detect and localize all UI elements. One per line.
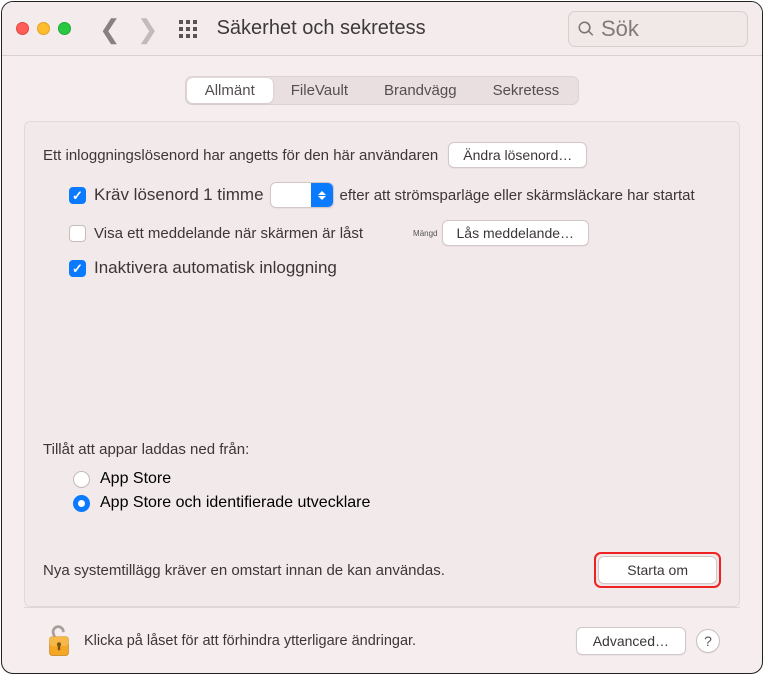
nav-forward-button[interactable]: ❯ [129,16,167,42]
password-set-label: Ett inloggningslösenord har angetts för … [43,147,438,164]
require-password-suffix: efter att strömsparläge eller skärmsläck… [340,187,695,204]
change-password-button[interactable]: Ändra lösenord… [448,142,587,168]
window-controls [16,22,71,35]
search-field[interactable]: Sök [568,11,748,47]
require-password-prefix: Kräv lösenord [94,185,199,205]
general-panel: Ett inloggningslösenord har angetts för … [24,121,740,607]
footer: Klicka på låset för att förhindra ytterl… [24,607,740,673]
require-password-dropdown[interactable] [270,182,334,208]
advanced-button[interactable]: Advanced… [576,627,686,655]
allow-apps-identified-radio[interactable] [73,495,90,512]
show-message-checkbox[interactable] [69,225,86,242]
show-all-prefs-button[interactable] [179,20,197,38]
restart-highlight: Starta om [594,552,721,588]
allow-apps-identified-row: App Store och identifierade utvecklare [73,494,721,512]
window: ❮ ❯ Säkerhet och sekretess Sök Allmänt F… [1,1,763,674]
search-placeholder: Sök [601,18,639,40]
password-set-row: Ett inloggningslösenord har angetts för … [43,142,721,168]
restart-notice-row: Nya systemtillägg kräver en omstart inna… [43,552,721,588]
window-title: Säkerhet och sekretess [217,17,426,40]
tab-general[interactable]: Allmänt [187,78,273,103]
grid-icon [179,20,197,38]
nav-back-button[interactable]: ❮ [91,16,129,42]
search-icon [577,20,595,38]
show-message-label: Visa ett meddelande när skärmen är låst [94,225,363,242]
lock-button[interactable] [44,623,74,659]
lock-open-icon [45,624,73,658]
allow-apps-identified-label: App Store och identifierade utvecklare [100,494,370,512]
disable-autologin-checkbox[interactable] [69,260,86,277]
allow-apps-appstore-label: App Store [100,470,171,488]
chevron-updown-icon [311,183,333,207]
show-message-row: Visa ett meddelande när skärmen är låst … [69,220,721,246]
lock-hint-text: Klicka på låset för att förhindra ytterl… [84,633,416,649]
tiny-label: Mängd [413,229,437,238]
require-password-interval: 1 timme [203,185,263,205]
tab-firewall[interactable]: Brandvägg [366,78,475,103]
allow-apps-appstore-radio[interactable] [73,471,90,488]
restart-button[interactable]: Starta om [598,556,717,584]
allow-apps-appstore-row: App Store [73,470,721,488]
content: Allmänt FileVault Brandvägg Sekretess Et… [2,56,762,673]
disable-autologin-row: Inaktivera automatisk inloggning [69,258,721,278]
tab-privacy[interactable]: Sekretess [475,78,578,103]
restart-notice-text: Nya systemtillägg kräver en omstart inna… [43,562,445,579]
close-button[interactable] [16,22,29,35]
tab-filevault[interactable]: FileVault [273,78,366,103]
set-lock-message-button[interactable]: Lås meddelande… [442,220,590,246]
titlebar: ❮ ❯ Säkerhet och sekretess Sök [2,2,762,56]
require-password-checkbox[interactable] [69,187,86,204]
zoom-button[interactable] [58,22,71,35]
tab-bar: Allmänt FileVault Brandvägg Sekretess [185,76,580,105]
require-password-row: Kräv lösenord 1 timme efter att strömspa… [69,182,721,208]
minimize-button[interactable] [37,22,50,35]
disable-autologin-label: Inaktivera automatisk inloggning [94,258,337,278]
help-button[interactable]: ? [696,629,720,653]
allow-apps-title: Tillåt att appar laddas ned från: [43,441,721,458]
